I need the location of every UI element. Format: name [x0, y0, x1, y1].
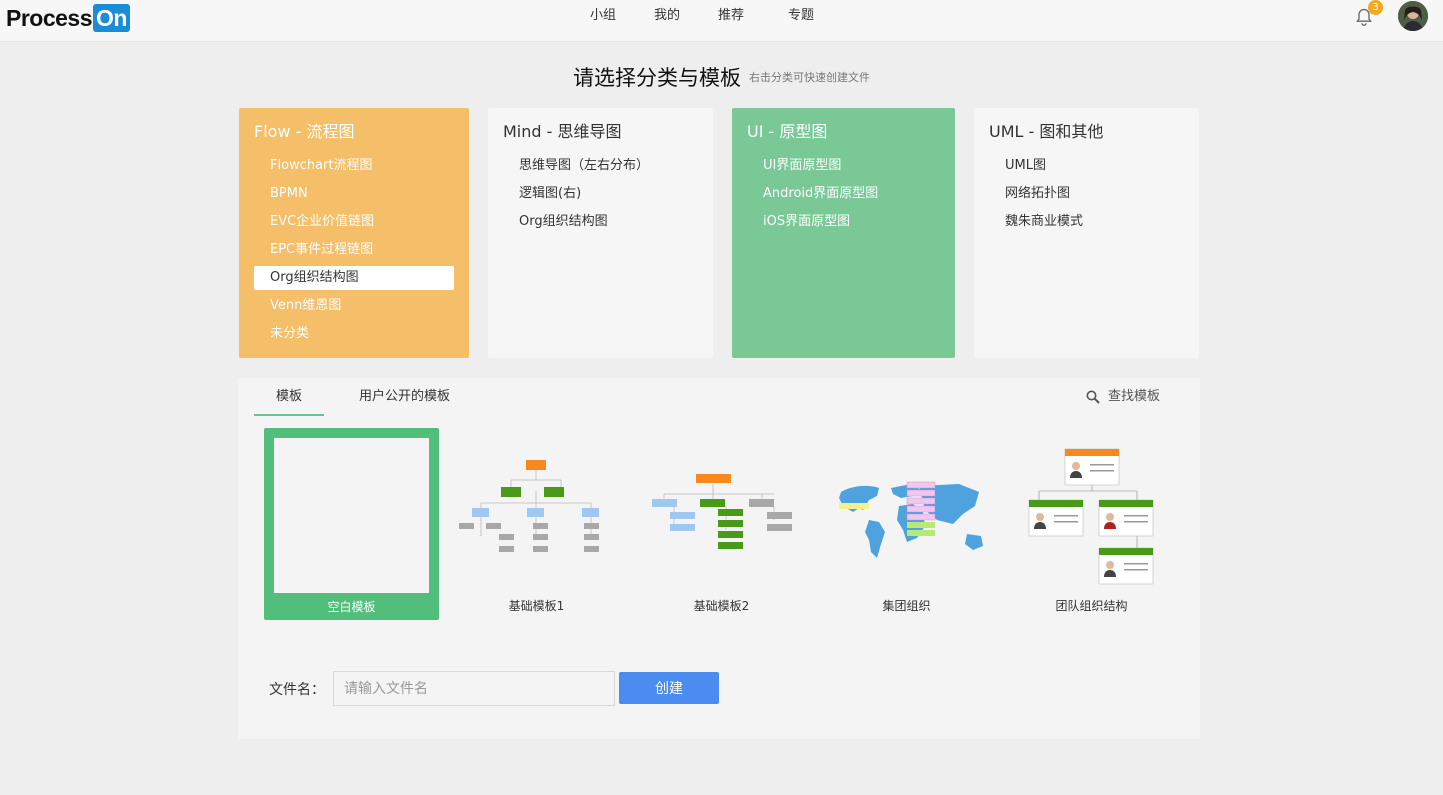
category-item[interactable]: 未分类	[254, 322, 469, 346]
category-item[interactable]: 魏朱商业模式	[989, 210, 1199, 234]
mind-map-thumbnail	[652, 474, 792, 549]
processon-logo[interactable]: Process On	[6, 4, 130, 32]
category-card-uml[interactable]: UML - 图和其他 UML图 网络拓扑图 魏朱商业模式	[974, 108, 1199, 358]
category-card-mind[interactable]: Mind - 思维导图 思维导图（左右分布） 逻辑图(右) Org组织结构图	[488, 108, 713, 358]
template-basic-2[interactable]: 基础模板2	[634, 428, 809, 620]
logo-text: Process	[6, 4, 93, 31]
category-card-flow[interactable]: Flow - 流程图 Flowchart流程图 BPMN EVC企业价值链图 E…	[239, 108, 469, 358]
category-item[interactable]: EPC事件过程链图	[254, 238, 469, 262]
nav-item-group[interactable]: 小组	[590, 0, 616, 32]
search-templates-button[interactable]: 查找模板	[1086, 378, 1160, 416]
main-nav: 小组 我的 推荐 专题	[590, 0, 852, 32]
category-item[interactable]: UML图	[989, 154, 1199, 178]
category-item-selected[interactable]: Org组织结构图	[254, 266, 454, 290]
template-label: 团队组织结构	[1055, 599, 1128, 613]
org-chart-thumbnail	[459, 460, 599, 552]
blank-thumbnail	[274, 438, 429, 593]
page-title: 请选择分类与模板 右击分类可快速创建文件	[0, 62, 1443, 92]
category-item[interactable]: Org组织结构图	[503, 210, 713, 234]
category-item[interactable]: Flowchart流程图	[254, 154, 469, 178]
template-panel: 模板 用户公开的模板 查找模板 空白模板 基础模板1 基础模板2 集团组织 团队…	[238, 378, 1200, 739]
nav-item-topics[interactable]: 专题	[788, 0, 814, 32]
team-org-thumbnail	[1028, 448, 1154, 585]
category-item[interactable]: BPMN	[254, 182, 469, 206]
template-label: 基础模板1	[508, 599, 565, 613]
page-title-hint: 右击分类可快速创建文件	[749, 71, 870, 84]
user-avatar[interactable]	[1398, 1, 1428, 31]
category-title: Flow - 流程图	[254, 122, 355, 141]
world-map-thumbnail	[839, 481, 983, 558]
template-label: 集团组织	[882, 599, 931, 613]
category-item[interactable]: 逻辑图(右)	[503, 182, 713, 206]
search-templates-label: 查找模板	[1107, 389, 1160, 404]
tab-public-templates[interactable]: 用户公开的模板	[359, 378, 450, 416]
category-item[interactable]: 网络拓扑图	[989, 182, 1199, 206]
logo-badge: On	[93, 4, 130, 32]
template-label: 空白模板	[327, 600, 376, 614]
page-title-text: 请选择分类与模板	[573, 66, 741, 90]
category-title: UI - 原型图	[747, 122, 828, 141]
category-card-ui[interactable]: UI - 原型图 UI界面原型图 Android界面原型图 iOS界面原型图	[732, 108, 955, 358]
category-item[interactable]: EVC企业价值链图	[254, 210, 469, 234]
category-title: UML - 图和其他	[989, 122, 1104, 141]
create-button[interactable]: 创建	[619, 672, 719, 704]
search-icon	[1086, 390, 1100, 404]
template-basic-1[interactable]: 基础模板1	[449, 428, 624, 620]
template-label: 基础模板2	[693, 599, 750, 613]
template-team-org[interactable]: 团队组织结构	[1004, 428, 1179, 620]
category-item[interactable]: 思维导图（左右分布）	[503, 154, 713, 178]
filename-input[interactable]	[333, 671, 615, 706]
filename-label: 文件名：	[269, 682, 325, 698]
category-item[interactable]: iOS界面原型图	[747, 210, 955, 234]
tab-templates[interactable]: 模板	[254, 378, 324, 416]
nav-item-mine[interactable]: 我的	[654, 0, 680, 32]
top-navbar: Process On 小组 我的 推荐 专题 3	[0, 0, 1443, 42]
category-title: Mind - 思维导图	[503, 122, 622, 141]
notification-badge: 3	[1368, 0, 1383, 15]
template-blank[interactable]: 空白模板	[264, 428, 439, 620]
category-item[interactable]: UI界面原型图	[747, 154, 955, 178]
nav-item-recommend[interactable]: 推荐	[718, 0, 744, 32]
template-group-org[interactable]: 集团组织	[819, 428, 994, 620]
category-item[interactable]: Android界面原型图	[747, 182, 955, 206]
category-item[interactable]: Venn维恩图	[254, 294, 469, 318]
